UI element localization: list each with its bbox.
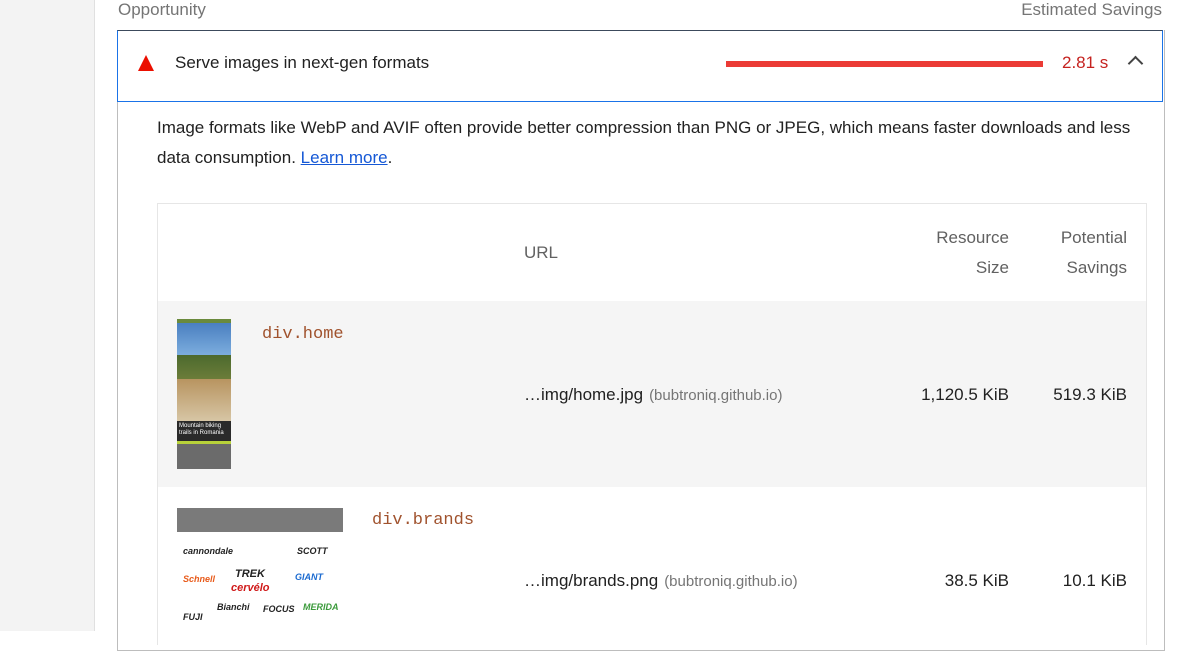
resource-size-column-header: Resource Size [898, 223, 1009, 283]
learn-more-link[interactable]: Learn more [301, 148, 388, 167]
potential-savings-header-line1: Potential [1060, 228, 1127, 247]
resource-size-header-line1: Resource [936, 228, 1009, 247]
audit-header[interactable]: Serve images in next-gen formats 2.81 s [117, 30, 1163, 102]
potential-savings-header-line2: Savings [1066, 258, 1127, 277]
audit-title: Serve images in next-gen formats [175, 53, 430, 72]
table-row: Mountain biking trails in Romania div.ho… [158, 301, 1146, 487]
potential-savings-cell: 10.1 KiB [1062, 571, 1127, 590]
brand-logo: Schnell [183, 574, 216, 584]
brand-logo: MERIDA [303, 602, 339, 612]
url-host: (bubtroniq.github.io) [649, 387, 783, 404]
opportunity-column-header: Opportunity [118, 0, 206, 19]
brand-logo: SCOTT [297, 546, 328, 556]
url-column-header: URL [524, 243, 559, 262]
brand-logo: TREK [235, 568, 265, 580]
warning-triangle-icon [138, 55, 154, 71]
potential-savings-column-header: Potential Savings [1038, 223, 1127, 283]
brand-logo: cannondale [183, 546, 234, 556]
thumbnail-hill [177, 355, 231, 381]
home-image-thumbnail: Mountain biking trails in Romania [177, 319, 231, 469]
node-label[interactable]: div.home [262, 325, 344, 344]
audit-description: Image formats like WebP and AVIF often p… [157, 113, 1132, 173]
thumbnail-footer [177, 441, 231, 469]
resource-size-header-line2: Size [975, 258, 1009, 277]
thumbnail-caption: Mountain biking trails in Romania [177, 421, 231, 441]
node-label[interactable]: div.brands [372, 511, 474, 530]
brand-logo: Bianchi [217, 602, 250, 612]
resource-size-cell: 38.5 KiB [944, 571, 1009, 590]
chevron-up-icon[interactable] [1127, 55, 1144, 72]
url-path: …img/brands.png [524, 571, 659, 590]
table-row: cannondale TREK SCOTT Schnell cervélo GI… [158, 487, 1146, 648]
brand-logo: cervélo [231, 582, 270, 594]
brands-image-thumbnail: cannondale TREK SCOTT Schnell cervélo GI… [177, 508, 343, 648]
estimated-savings-column-header: Estimated Savings [1021, 0, 1162, 19]
brand-logo: GIANT [295, 572, 323, 582]
url-cell[interactable]: …img/brands.png (bubtroniq.github.io) [524, 571, 798, 591]
description-end: . [387, 148, 393, 167]
left-gutter [0, 0, 95, 631]
thumbnail-sky [177, 323, 231, 357]
savings-value: 2.81 s [1062, 53, 1109, 72]
url-host: (bubtroniq.github.io) [664, 573, 798, 590]
url-cell[interactable]: …img/home.jpg (bubtroniq.github.io) [524, 385, 782, 405]
savings-bar [726, 61, 1043, 67]
url-path: …img/home.jpg [524, 385, 644, 404]
potential-savings-cell: 519.3 KiB [1053, 385, 1127, 404]
resource-size-cell: 1,120.5 KiB [921, 385, 1009, 404]
thumbnail-trail [177, 379, 231, 423]
brand-logo: FOCUS [263, 604, 295, 614]
brand-logo: FUJI [183, 612, 203, 622]
details-table: URL Resource Size Potential Savings Mounta… [157, 203, 1147, 648]
